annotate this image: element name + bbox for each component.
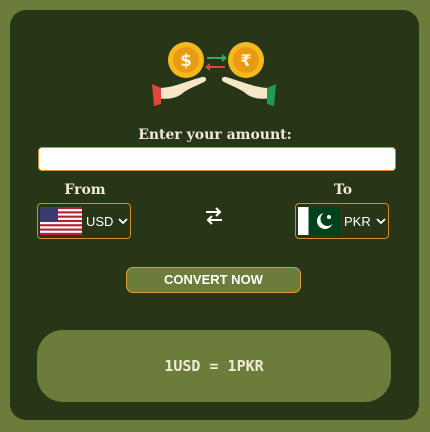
swap-arrows-icon[interactable] — [203, 205, 225, 227]
from-currency-select[interactable]: USD — [37, 203, 131, 239]
from-currency-code: USD — [86, 213, 114, 229]
to-currency-select[interactable]: PKR — [295, 203, 389, 239]
convert-now-button[interactable]: CONVERT NOW — [126, 267, 301, 293]
amount-label: Enter your amount: — [138, 127, 292, 143]
svg-text:₹: ₹ — [240, 51, 251, 70]
pk-flag-icon — [298, 207, 340, 235]
currency-exchange-hands-icon: $ ₹ — [152, 42, 276, 106]
chevron-down-icon — [376, 218, 386, 225]
amount-input[interactable] — [38, 147, 396, 171]
us-flag-icon — [40, 207, 82, 235]
to-currency-code: PKR — [344, 213, 371, 229]
from-label: From — [64, 182, 106, 198]
chevron-down-icon — [118, 218, 129, 225]
svg-text:$: $ — [180, 51, 192, 71]
conversion-result: 1USD = 1PKR — [164, 357, 264, 375]
result-panel: 1USD = 1PKR — [37, 330, 391, 402]
to-label: To — [333, 182, 353, 198]
